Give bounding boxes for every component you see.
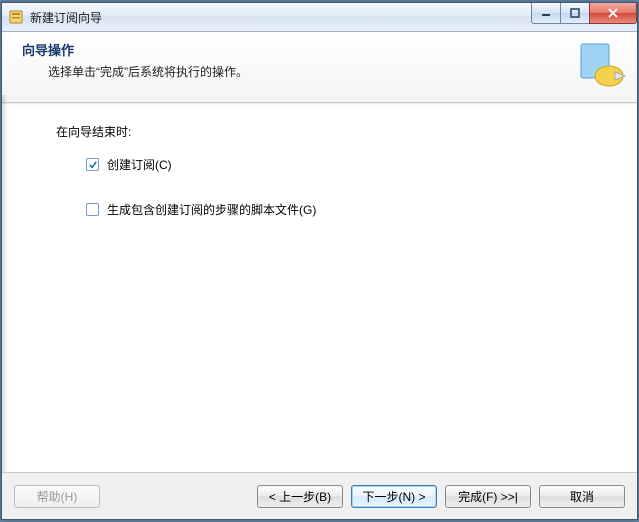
maximize-button[interactable] [560, 3, 590, 24]
left-shadow [2, 95, 8, 473]
checkbox-icon[interactable] [86, 203, 99, 216]
wizard-footer: 帮助(H) < 上一步(B) 下一步(N) > 完成(F) >>| 取消 [2, 472, 637, 519]
titlebar[interactable]: 新建订阅向导 [2, 3, 637, 32]
back-button[interactable]: < 上一步(B) [257, 485, 343, 508]
checkbox-icon[interactable] [86, 158, 99, 171]
window-buttons [532, 3, 637, 23]
wizard-body: 在向导结束时: 创建订阅(C) 生成包含创建订阅的步骤的脚本文件(G) [2, 105, 637, 218]
option-label: 创建订阅(C) [107, 156, 172, 173]
header-title: 向导操作 [22, 40, 623, 59]
app-icon [8, 9, 24, 25]
close-button[interactable] [589, 3, 637, 24]
cancel-button[interactable]: 取消 [539, 485, 625, 508]
window-title: 新建订阅向导 [30, 9, 102, 26]
help-button[interactable]: 帮助(H) [14, 485, 100, 508]
next-button[interactable]: 下一步(N) > [351, 485, 437, 508]
minimize-button[interactable] [531, 3, 561, 24]
header-subtitle: 选择单击“完成”后系统将执行的操作。 [48, 63, 623, 80]
option-create-subscription[interactable]: 创建订阅(C) [86, 156, 637, 173]
finish-button[interactable]: 完成(F) >>| [445, 485, 531, 508]
option-generate-script[interactable]: 生成包含创建订阅的步骤的脚本文件(G) [86, 201, 637, 218]
option-label: 生成包含创建订阅的步骤的脚本文件(G) [107, 201, 316, 218]
body-intro: 在向导结束时: [56, 123, 637, 140]
header-icon [575, 40, 627, 92]
wizard-header: 向导操作 选择单击“完成”后系统将执行的操作。 [2, 32, 637, 103]
wizard-window: 新建订阅向导 向导操作 选择单击“完成”后系统将执行的操作。 在向导结束时: [1, 2, 638, 520]
